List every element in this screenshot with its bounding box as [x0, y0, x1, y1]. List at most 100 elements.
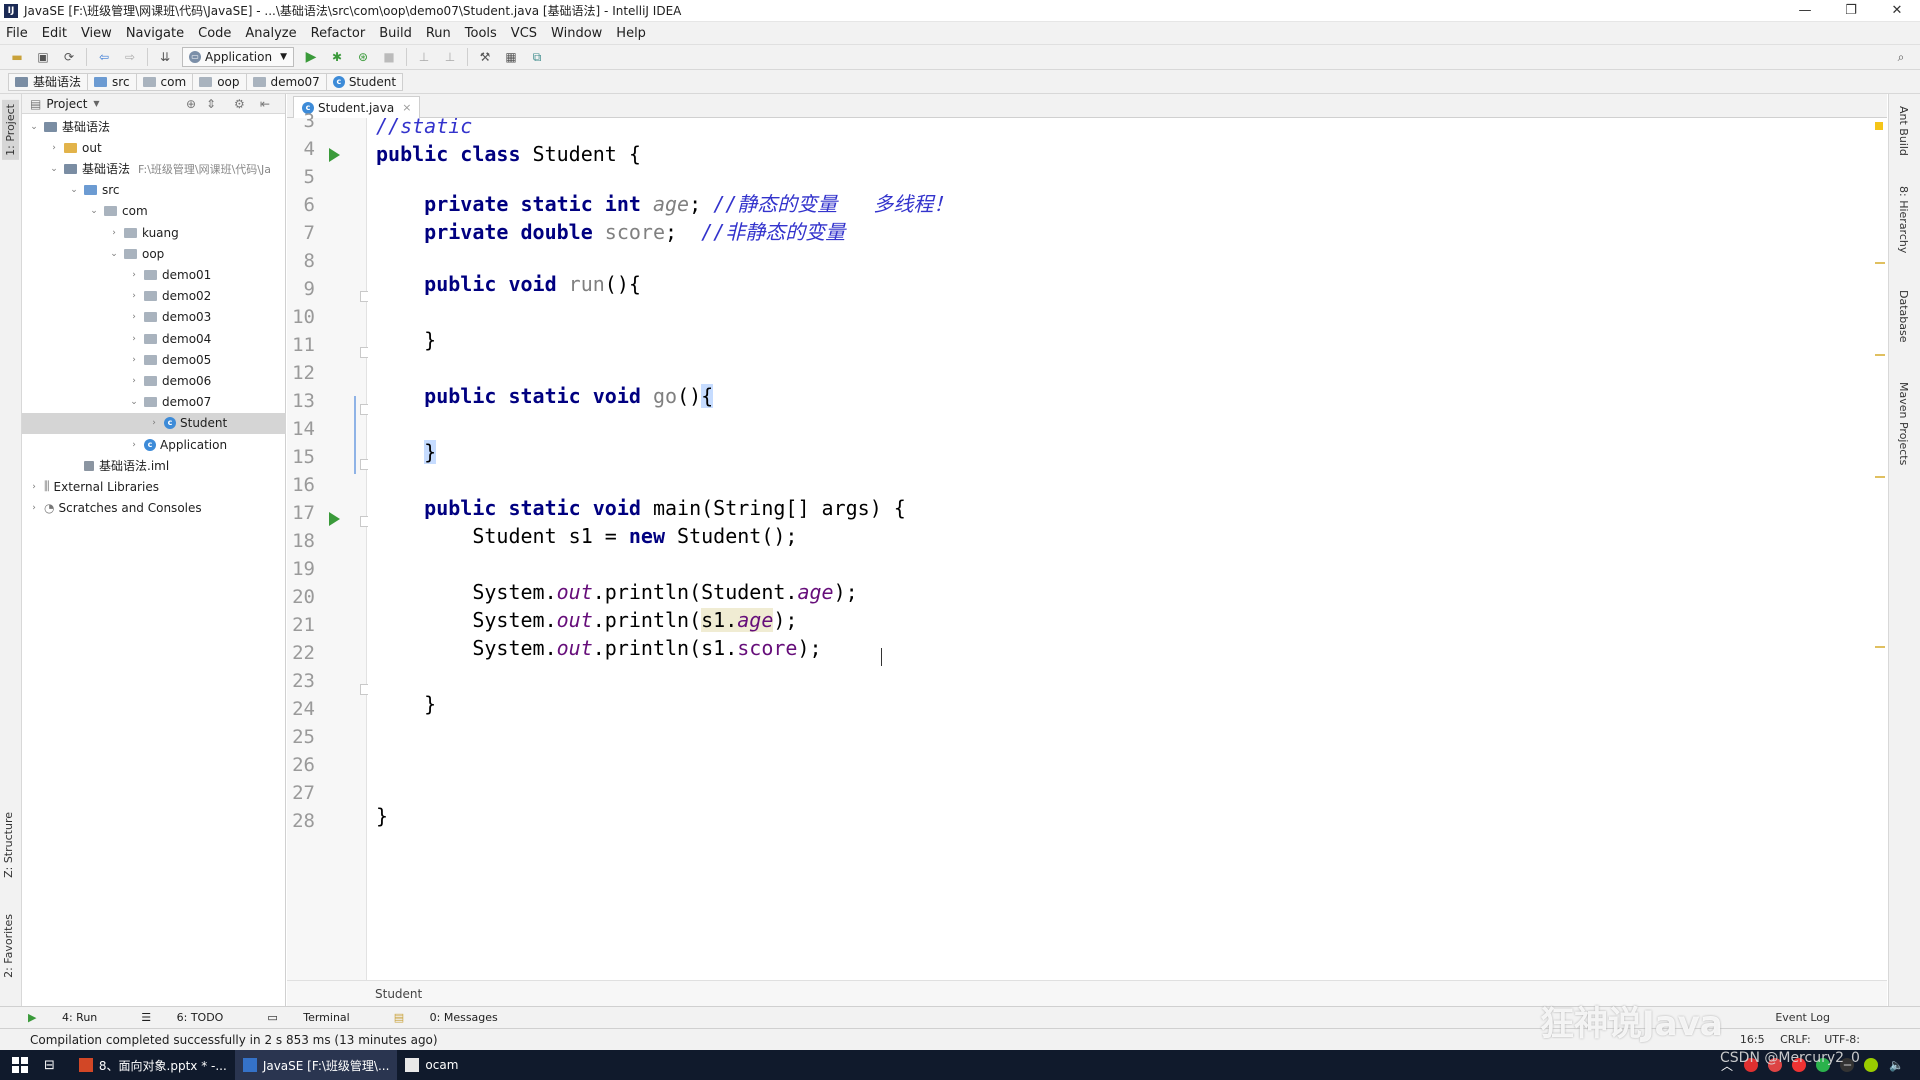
tool-tab-project[interactable]: 1: Project [2, 100, 19, 160]
tool-tab-database[interactable]: Database [1897, 290, 1910, 343]
tree-item[interactable]: ⌄ 基础语法 F:\班级管理\网课班\代码\Ja [22, 158, 286, 179]
breadcrumb-item-oop[interactable]: oop [193, 72, 247, 91]
vcs-update-icon[interactable]: ⊥ [416, 49, 432, 65]
line-number[interactable]: 24 [287, 698, 315, 720]
line-number[interactable]: 14 [287, 418, 315, 440]
expand-arrow-icon[interactable]: ⌄ [28, 122, 40, 132]
expand-arrow-icon[interactable]: ⌄ [128, 397, 140, 407]
debug-icon[interactable]: ✱ [329, 49, 345, 65]
line-number[interactable]: 12 [287, 362, 315, 384]
event-log-button[interactable]: Event Log [1775, 1007, 1830, 1029]
line-number[interactable]: 17 [287, 502, 315, 524]
sync-icon[interactable]: ⟳ [61, 49, 77, 65]
menu-help[interactable]: Help [616, 26, 646, 41]
collapse-arrow-icon[interactable]: › [48, 143, 60, 153]
expand-arrow-icon[interactable]: ⌄ [68, 185, 80, 195]
collapse-arrow-icon[interactable]: › [128, 334, 140, 344]
expand-arrow-icon[interactable]: ⌄ [108, 249, 120, 259]
run-class-icon[interactable] [329, 148, 340, 162]
run-configuration-select[interactable]: ▭ Application ▼ [182, 47, 294, 67]
tree-item[interactable]: ⌄ demo07 [22, 392, 286, 413]
line-number[interactable]: 5 [287, 166, 315, 188]
settings-wrench-icon[interactable]: ⚒ [477, 49, 493, 65]
menu-edit[interactable]: Edit [42, 26, 67, 41]
tool-tab-todo[interactable]: ☰ 6: TODO [141, 1011, 245, 1024]
collapse-arrow-icon[interactable]: › [28, 482, 40, 492]
vcs-commit-icon[interactable]: ⊥ [442, 49, 458, 65]
minimize-button[interactable]: — [1782, 0, 1828, 22]
line-number[interactable]: 22 [287, 642, 315, 664]
collapse-arrow-icon[interactable]: › [128, 312, 140, 322]
line-number[interactable]: 23 [287, 670, 315, 692]
code-editor[interactable]: //static public class Student { private … [368, 118, 1888, 980]
tool-tab-run[interactable]: ▶ 4: Run [28, 1011, 119, 1024]
line-number[interactable]: 27 [287, 782, 315, 804]
line-number[interactable]: 11 [287, 334, 315, 356]
search-everywhere-icon[interactable]: ⌕ [1893, 49, 1909, 65]
tool-tab-messages[interactable]: ▤ 0: Messages [394, 1011, 520, 1024]
breadcrumb-item-com[interactable]: com [136, 72, 194, 91]
line-number[interactable]: 20 [287, 586, 315, 608]
tree-item[interactable]: › kuang [22, 222, 286, 243]
menu-tools[interactable]: Tools [465, 26, 497, 41]
collapse-arrow-icon[interactable]: › [128, 440, 140, 450]
sdk-icon[interactable]: ⧉ [529, 49, 545, 65]
line-number[interactable]: 25 [287, 726, 315, 748]
tree-item[interactable]: › c Application [22, 434, 286, 455]
menu-run[interactable]: Run [426, 26, 451, 41]
tree-item[interactable]: ⌄ 基础语法 [22, 116, 286, 137]
windows-start-icon[interactable] [12, 1057, 28, 1073]
breadcrumb-item-demo07[interactable]: demo07 [246, 72, 327, 91]
line-number[interactable]: 15 [287, 446, 315, 468]
coverage-icon[interactable]: ⊛ [355, 49, 371, 65]
breadcrumb-item-src[interactable]: src [88, 72, 137, 91]
run-icon[interactable]: ▶ [303, 49, 319, 65]
tool-tab-structure[interactable]: Z: Structure [2, 812, 15, 878]
collapse-arrow-icon[interactable]: › [128, 270, 140, 280]
tree-item[interactable]: 基础语法.iml [22, 455, 286, 476]
tool-tab-maven[interactable]: Maven Projects [1897, 382, 1910, 465]
scroll-marker[interactable] [1875, 354, 1885, 356]
line-number[interactable]: 28 [287, 810, 315, 832]
gear-icon[interactable]: ⚙ [234, 97, 245, 111]
collapse-arrow-icon[interactable]: › [128, 376, 140, 386]
open-folder-icon[interactable]: ▬ [9, 49, 25, 65]
menu-window[interactable]: Window [551, 26, 602, 41]
stop-icon[interactable]: ■ [381, 49, 397, 65]
file-encoding[interactable]: UTF-8: [1824, 1033, 1860, 1046]
expand-arrow-icon[interactable]: ⌄ [88, 206, 100, 216]
line-number[interactable]: 18 [287, 530, 315, 552]
breadcrumb-item-student[interactable]: c Student [326, 72, 404, 91]
menu-analyze[interactable]: Analyze [245, 26, 296, 41]
menu-file[interactable]: File [6, 26, 28, 41]
collapse-arrow-icon[interactable]: › [128, 355, 140, 365]
menu-refactor[interactable]: Refactor [311, 26, 366, 41]
collapse-all-icon[interactable]: ⇕ [206, 97, 216, 111]
collapse-arrow-icon[interactable]: › [108, 228, 120, 238]
menu-view[interactable]: View [81, 26, 112, 41]
taskbar-item-ocam[interactable]: ocam [397, 1050, 466, 1080]
line-number[interactable]: 21 [287, 614, 315, 636]
tree-item[interactable]: › demo02 [22, 286, 286, 307]
menu-code[interactable]: Code [198, 26, 231, 41]
chevron-down-icon[interactable]: ▼ [93, 99, 99, 108]
taskbar-item-intellij[interactable]: JavaSE [F:\班级管理\... [234, 1050, 398, 1080]
line-number[interactable]: 26 [287, 754, 315, 776]
collapse-arrow-icon[interactable]: › [148, 418, 160, 428]
tool-tab-hierarchy[interactable]: 8: Hierarchy [1897, 186, 1910, 253]
tree-item[interactable]: ⌄ oop [22, 243, 286, 264]
line-separator[interactable]: CRLF: [1780, 1033, 1811, 1046]
line-number[interactable]: 8 [287, 250, 315, 272]
menu-vcs[interactable]: VCS [511, 26, 537, 41]
line-number[interactable]: 13 [287, 390, 315, 412]
locate-icon[interactable]: ⊕ [186, 97, 196, 111]
project-view-select[interactable]: Project [46, 97, 87, 111]
status-message[interactable]: Compilation completed successfully in 2 … [30, 1033, 438, 1047]
line-number[interactable]: 16 [287, 474, 315, 496]
tool-tab-terminal[interactable]: ▭ Terminal [267, 1011, 371, 1024]
breadcrumb-item-module[interactable]: 基础语法 [8, 72, 89, 91]
tool-tab-favorites[interactable]: 2: Favorites [2, 914, 15, 978]
project-structure-icon[interactable]: ▦ [503, 49, 519, 65]
forward-arrow-icon[interactable]: ⇨ [122, 49, 138, 65]
tree-item[interactable]: › demo03 [22, 307, 286, 328]
